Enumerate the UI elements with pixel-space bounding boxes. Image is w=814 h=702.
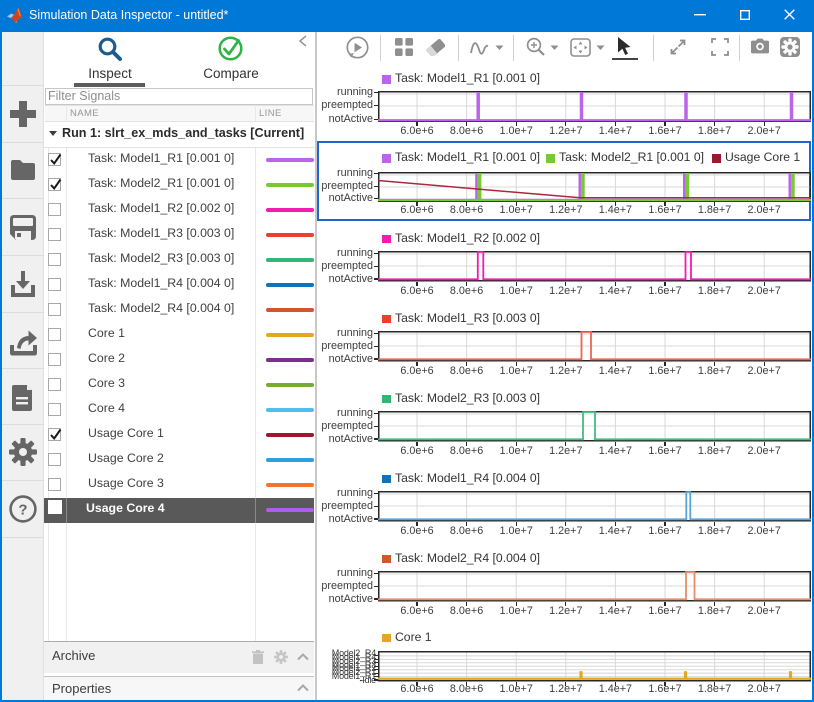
svg-text:?: ?	[18, 502, 27, 519]
